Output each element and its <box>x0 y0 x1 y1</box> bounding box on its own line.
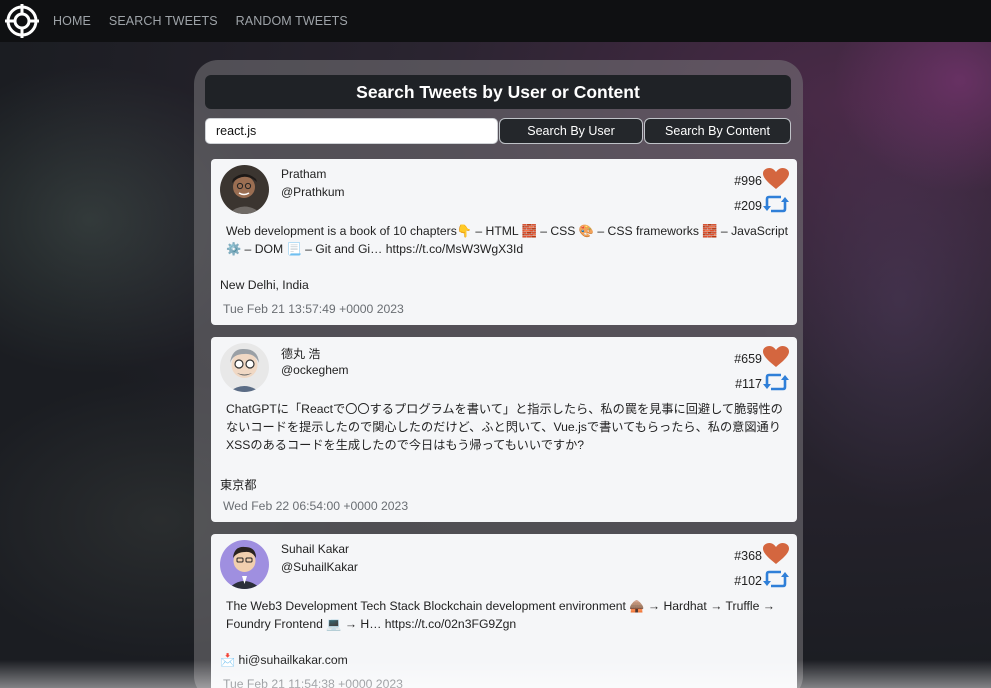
tweet-date: Wed Feb 22 06:54:00 +0000 2023 <box>223 499 409 513</box>
likes-number: #659 <box>734 351 762 366</box>
search-by-content-button[interactable]: Search By Content <box>644 118 791 144</box>
tweet-location: New Delhi, India <box>220 278 309 292</box>
page-title: Search Tweets by User or Content <box>205 75 791 109</box>
tweet-text: Web development is a book of 10 chapters… <box>226 224 788 256</box>
retweet-icon[interactable] <box>763 569 789 592</box>
heart-icon[interactable] <box>763 543 789 568</box>
navbar: HOME SEARCH TWEETS RANDOM TWEETS <box>0 0 991 42</box>
avatar[interactable] <box>220 165 269 214</box>
search-by-user-button[interactable]: Search By User <box>499 118 643 144</box>
tweet-author-name: Suhail Kakar <box>281 542 350 556</box>
tweet-author-handle[interactable]: @SuhailKakar <box>281 560 358 574</box>
retweets-number: #102 <box>734 573 762 588</box>
nav-random-tweets[interactable]: RANDOM TWEETS <box>236 14 348 28</box>
retweets-count: #209 <box>734 194 789 217</box>
nav-search-tweets[interactable]: SEARCH TWEETS <box>109 14 218 28</box>
tweet-text: ChatGPTに「Reactで〇〇するプログラムを書いて」と指示したら、私の罠を… <box>226 402 783 452</box>
retweets-number: #117 <box>735 376 762 391</box>
tweet-author-name: Pratham <box>281 167 327 181</box>
avatar[interactable] <box>220 343 269 392</box>
tweet-author-handle[interactable]: @ockeghem <box>281 363 349 377</box>
tweet-card: Suhail Kakar @SuhailKakar #368 #102 The … <box>211 534 797 688</box>
avatar[interactable] <box>220 540 269 589</box>
likes-number: #996 <box>734 173 762 188</box>
tweet-text: The Web3 Development Tech Stack Blockcha… <box>226 599 775 631</box>
tweet-author-handle[interactable]: @Prathkum <box>281 185 345 199</box>
tweet-author-name: 德丸 浩 <box>281 347 321 361</box>
tweet-date: Tue Feb 21 13:57:49 +0000 2023 <box>223 302 404 316</box>
likes-count: #368 <box>734 543 789 568</box>
heart-icon[interactable] <box>763 168 789 193</box>
tweet-location: 東京都 <box>220 478 257 492</box>
tweet-card: 德丸 浩 @ockeghem #659 #117 ChatGPTに「Reactで… <box>211 337 797 522</box>
likes-count: #659 <box>734 346 789 371</box>
retweets-number: #209 <box>734 198 762 213</box>
nav-home[interactable]: HOME <box>53 14 91 28</box>
likes-number: #368 <box>734 548 762 563</box>
retweets-count: #117 <box>735 372 789 395</box>
retweets-count: #102 <box>734 569 789 592</box>
tweet-location: 📩 hi@suhailkakar.com <box>220 653 348 667</box>
crosshair-logo-icon[interactable] <box>5 4 39 38</box>
likes-count: #996 <box>734 168 789 193</box>
retweet-icon[interactable] <box>763 372 789 395</box>
retweet-icon[interactable] <box>763 194 789 217</box>
tweet-card: Pratham @Prathkum #996 #209 Web developm… <box>211 159 797 325</box>
heart-icon[interactable] <box>763 346 789 371</box>
tweet-date: Tue Feb 21 11:54:38 +0000 2023 <box>223 677 403 688</box>
search-input[interactable] <box>205 118 498 144</box>
